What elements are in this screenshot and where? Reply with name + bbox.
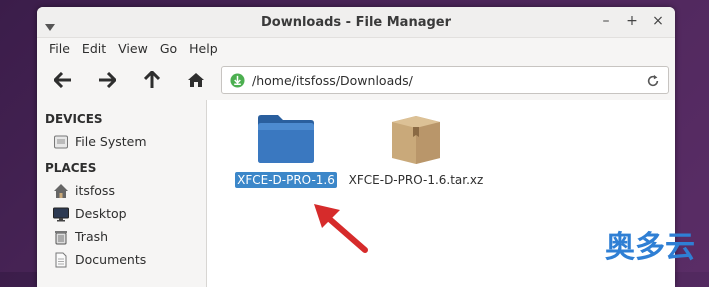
forward-button[interactable] [95,68,119,92]
sidebar-header-devices: DEVICES [45,112,103,126]
menu-edit[interactable]: Edit [76,38,112,60]
sidebar-item-documents[interactable]: Documents [37,248,206,271]
file-item-folder[interactable]: XFCE-D-PRO-1.6 [231,112,341,188]
sidebar-header-places: PLACES [45,161,97,175]
toolbar: /home/itsfoss/Downloads/ [37,60,675,101]
desktop-icon [53,206,69,222]
sidebar-item-label: itsfoss [75,183,115,198]
arrow-up-icon [144,71,160,88]
file-item-archive[interactable]: XFCE-D-PRO-1.6.tar.xz [341,112,491,188]
title-bar[interactable]: Downloads - File Manager – + × [37,7,675,38]
up-button[interactable] [140,68,164,92]
menu-file[interactable]: File [43,38,76,60]
menu-bar: File Edit View Go Help [37,38,675,60]
menu-help[interactable]: Help [183,38,224,60]
watermark-text: 奥多云 [605,230,695,265]
reload-icon[interactable] [646,73,660,92]
location-path[interactable]: /home/itsfoss/Downloads/ [252,73,413,88]
arrow-left-icon [54,72,71,88]
document-icon [53,252,69,268]
sidebar-item-label: Trash [75,229,109,244]
folder-icon [258,115,314,163]
window-title: Downloads - File Manager [260,15,452,30]
archive-icon [392,116,440,164]
file-name: XFCE-D-PRO-1.6 [235,172,337,188]
menu-view[interactable]: View [112,38,154,60]
sidebar-item-file-system[interactable]: File System [37,130,206,153]
sidebar-item-label: Documents [75,252,147,267]
home-button[interactable] [184,68,208,92]
drive-icon [53,134,69,150]
trash-icon [53,229,69,245]
minimize-button[interactable]: – [599,13,613,29]
sidebar-item-home[interactable]: itsfoss [37,179,206,202]
back-button[interactable] [51,68,75,92]
file-name: XFCE-D-PRO-1.6.tar.xz [348,173,484,187]
home-icon [188,73,204,87]
sidebar-item-label: Desktop [75,206,127,221]
sidebar-item-label: File System [75,134,147,149]
home-icon [53,183,69,199]
arrow-right-icon [99,72,116,88]
watermark: 奥多云 [605,222,695,266]
download-folder-icon [230,73,245,92]
maximize-button[interactable]: + [625,13,639,29]
red-arrow-annotation [314,204,368,253]
menu-go[interactable]: Go [154,38,183,60]
sidebar-item-trash[interactable]: Trash [37,225,206,248]
sidebar: DEVICES File System PLACES itsfoss Deskt… [37,100,207,287]
location-bar[interactable]: /home/itsfoss/Downloads/ [221,66,669,94]
sidebar-item-desktop[interactable]: Desktop [37,202,206,225]
close-button[interactable]: × [651,13,665,29]
